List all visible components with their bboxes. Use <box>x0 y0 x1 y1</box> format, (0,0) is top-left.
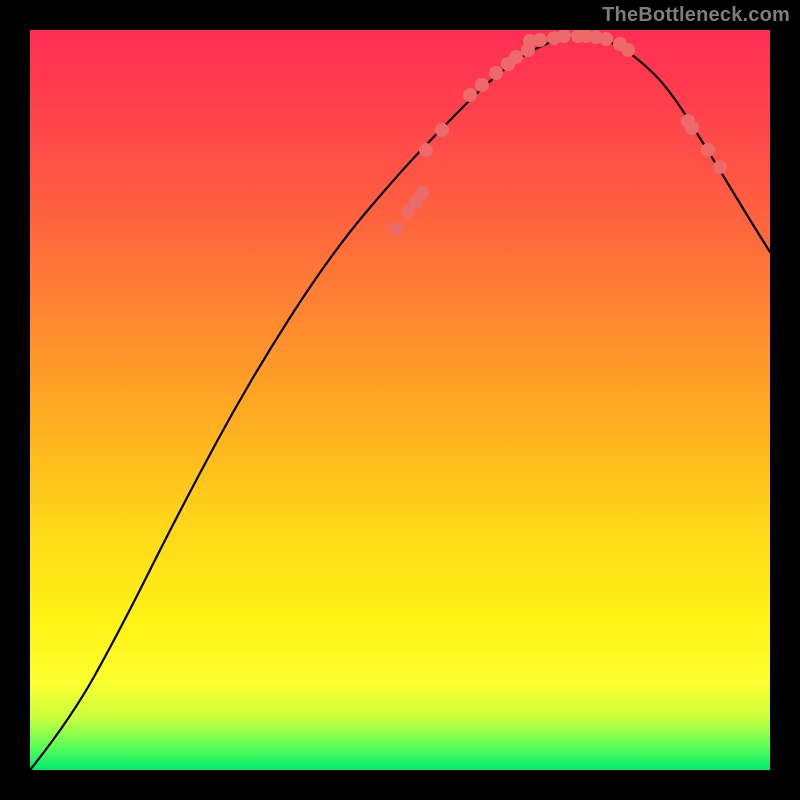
scatter-point <box>419 143 433 157</box>
scatter-point <box>685 121 699 135</box>
scatter-point <box>475 78 489 92</box>
scatter-points <box>389 30 727 236</box>
watermark-text: TheBottleneck.com <box>602 4 790 27</box>
bottleneck-curve <box>30 37 770 770</box>
figure-frame: TheBottleneck.com <box>0 0 800 800</box>
scatter-point <box>389 222 403 236</box>
scatter-point <box>621 43 635 57</box>
scatter-point <box>701 143 715 157</box>
scatter-point <box>599 32 613 46</box>
scatter-point <box>533 33 547 47</box>
scatter-point <box>489 66 503 80</box>
plot-area <box>30 30 770 770</box>
scatter-point <box>501 57 515 71</box>
scatter-point <box>415 186 429 200</box>
scatter-point <box>435 123 449 137</box>
curve-layer <box>30 30 770 770</box>
scatter-point <box>713 160 727 174</box>
scatter-point <box>463 88 477 102</box>
